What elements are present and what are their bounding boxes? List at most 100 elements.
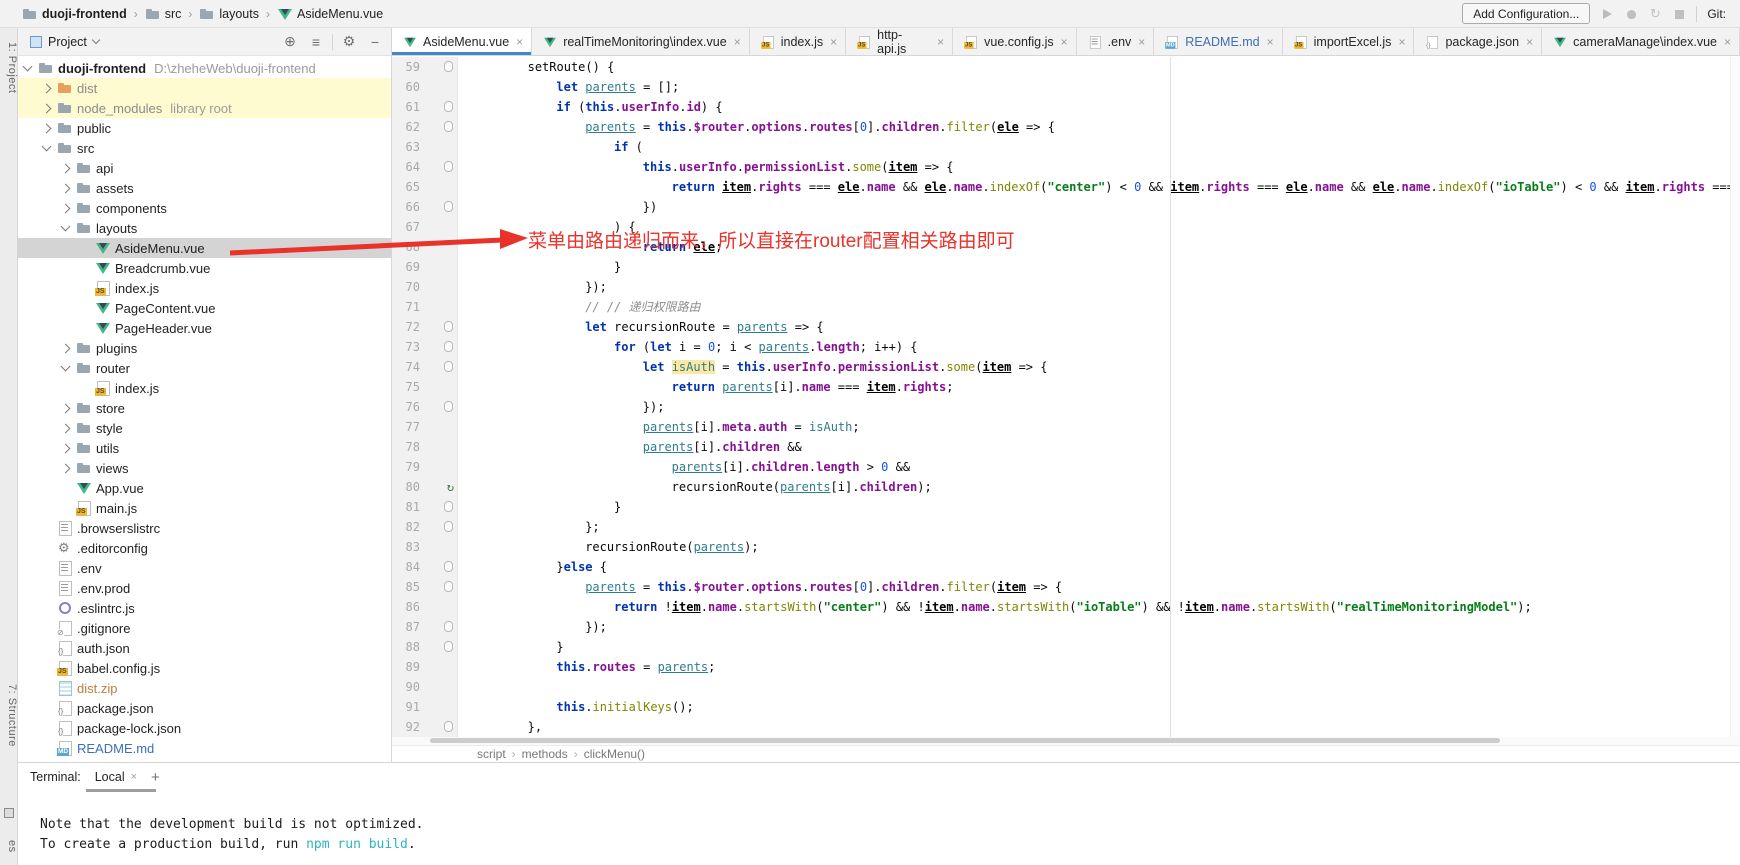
tree-item-package.json[interactable]: package.json — [18, 698, 391, 718]
code-line-71[interactable]: 71// // 递归权限路由 — [392, 297, 1740, 317]
tree-item-dist.zip[interactable]: dist.zip — [18, 678, 391, 698]
close-icon[interactable]: × — [516, 35, 523, 49]
stop-icon[interactable] — [1672, 7, 1686, 21]
chevron-down-icon[interactable] — [92, 36, 100, 44]
code-line-70[interactable]: 70}); — [392, 277, 1740, 297]
hide-panel-icon[interactable]: − — [365, 34, 385, 50]
fold-start-icon[interactable] — [444, 361, 453, 372]
editor-breadcrumb-methods[interactable]: methods — [522, 747, 568, 761]
fold-start-icon[interactable] — [444, 561, 453, 572]
code-line-66[interactable]: 66}) — [392, 197, 1740, 217]
fold-end-icon[interactable] — [444, 641, 453, 652]
code-line-62[interactable]: 62parents = this.$router.options.routes[… — [392, 117, 1740, 137]
editor-breadcrumb-script[interactable]: script — [477, 747, 506, 761]
locate-icon[interactable]: ⊕ — [280, 33, 300, 50]
chevron-closed-icon[interactable] — [61, 183, 71, 193]
tool-window-button-partial[interactable]: es — [0, 840, 18, 853]
tree-item-router[interactable]: router — [18, 358, 391, 378]
tree-item-node_modules[interactable]: node_moduleslibrary root — [18, 98, 391, 118]
tree-item-utils[interactable]: utils — [18, 438, 391, 458]
close-icon[interactable]: × — [1138, 35, 1145, 49]
tree-item-Breadcrumb.vue[interactable]: Breadcrumb.vue — [18, 258, 391, 278]
code-line-86[interactable]: 86return !item.name.startsWith("center")… — [392, 597, 1740, 617]
chevron-closed-icon[interactable] — [61, 403, 71, 413]
chevron-open-icon[interactable] — [61, 362, 71, 372]
recursive-call-icon[interactable]: ↻ — [447, 477, 454, 497]
fold-start-icon[interactable] — [444, 101, 453, 112]
code-line-82[interactable]: 82}; — [392, 517, 1740, 537]
tree-item-store[interactable]: store — [18, 398, 391, 418]
editor-vertical-scrollbar[interactable] — [1730, 57, 1740, 737]
close-icon[interactable]: × — [937, 35, 944, 49]
tree-item-public[interactable]: public — [18, 118, 391, 138]
fold-start-icon[interactable] — [444, 581, 453, 592]
fold-start-icon[interactable] — [444, 161, 453, 172]
close-icon[interactable]: × — [734, 35, 741, 49]
chevron-closed-icon[interactable] — [61, 203, 71, 213]
tree-item-PageHeader.vue[interactable]: PageHeader.vue — [18, 318, 391, 338]
add-configuration-button[interactable]: Add Configuration... — [1462, 3, 1590, 24]
debug-icon[interactable] — [1624, 7, 1638, 21]
close-icon[interactable]: × — [1061, 35, 1068, 49]
chevron-closed-icon[interactable] — [42, 123, 52, 133]
code-line-63[interactable]: 63if ( — [392, 137, 1740, 157]
chevron-closed-icon[interactable] — [61, 443, 71, 453]
code-line-64[interactable]: 64this.userInfo.permissionList.some(item… — [392, 157, 1740, 177]
editor-breadcrumb-clickMenu[interactable]: clickMenu() — [584, 747, 645, 761]
code-line-74[interactable]: 74let isAuth = this.userInfo.permissionL… — [392, 357, 1740, 377]
tree-item-api[interactable]: api — [18, 158, 391, 178]
tool-window-button-project[interactable]: 1: Project — [0, 42, 18, 93]
code-line-90[interactable]: 90 — [392, 677, 1740, 697]
close-icon[interactable]: × — [1267, 35, 1274, 49]
project-view-selector[interactable]: Project — [48, 35, 87, 49]
code-line-84[interactable]: 84}else { — [392, 557, 1740, 577]
code-line-87[interactable]: 87}); — [392, 617, 1740, 637]
chevron-closed-icon[interactable] — [61, 163, 71, 173]
tool-window-button-structure[interactable]: 7: Structure — [0, 684, 18, 747]
new-terminal-icon[interactable]: + — [151, 769, 160, 786]
editor-tab-http-api.js[interactable]: http-api.js× — [846, 28, 953, 55]
editor-tab-.env[interactable]: .env× — [1077, 28, 1155, 55]
tree-item-main.js[interactable]: main.js — [18, 498, 391, 518]
breadcrumb-item-duoji-frontend[interactable]: duoji-frontend — [22, 6, 127, 22]
fold-end-icon[interactable] — [444, 721, 453, 732]
scrollbar-thumb[interactable] — [430, 738, 1500, 743]
fold-end-icon[interactable] — [444, 521, 453, 532]
editor-tab-cameraManage-index.vue[interactable]: cameraManage\index.vue× — [1542, 28, 1740, 55]
tree-item-.gitignore[interactable]: .gitignore — [18, 618, 391, 638]
tree-item-PageContent.vue[interactable]: PageContent.vue — [18, 298, 391, 318]
chevron-closed-icon[interactable] — [42, 103, 52, 113]
breadcrumb-item-layouts[interactable]: layouts — [199, 6, 259, 22]
fold-start-icon[interactable] — [444, 341, 453, 352]
terminal-output[interactable]: Note that the development build is not o… — [18, 791, 1740, 855]
code-line-79[interactable]: 79parents[i].children.length > 0 && — [392, 457, 1740, 477]
editor-tab-realTimeMonitoring-index.vue[interactable]: realTimeMonitoring\index.vue× — [532, 28, 750, 55]
git-menu[interactable]: Git: — [1707, 7, 1726, 21]
chevron-closed-icon[interactable] — [61, 423, 71, 433]
collapse-all-icon[interactable]: ≡ — [306, 34, 326, 50]
code-line-92[interactable]: 92}, — [392, 717, 1740, 737]
code-line-91[interactable]: 91this.initialKeys(); — [392, 697, 1740, 717]
tree-item-src[interactable]: src — [18, 138, 391, 158]
code-line-83[interactable]: 83recursionRoute(parents); — [392, 537, 1740, 557]
tree-item-style[interactable]: style — [18, 418, 391, 438]
code-editor[interactable]: 59setRoute() {60let parents = [];61if (t… — [392, 57, 1740, 737]
code-line-67[interactable]: 67) { — [392, 217, 1740, 237]
tree-item-plugins[interactable]: plugins — [18, 338, 391, 358]
code-line-81[interactable]: 81} — [392, 497, 1740, 517]
run-icon[interactable] — [1600, 7, 1614, 21]
tree-item-.env[interactable]: .env — [18, 558, 391, 578]
tree-item-duoji-frontend[interactable]: duoji-frontendD:\zheheWeb\duoji-frontend — [18, 58, 391, 78]
close-icon[interactable]: × — [1724, 35, 1731, 49]
editor-tab-package.json[interactable]: package.json× — [1414, 28, 1542, 55]
tree-item-.env.prod[interactable]: .env.prod — [18, 578, 391, 598]
tree-item-components[interactable]: components — [18, 198, 391, 218]
close-icon[interactable]: × — [131, 771, 137, 783]
close-icon[interactable]: × — [1526, 35, 1533, 49]
code-line-72[interactable]: 72let recursionRoute = parents => { — [392, 317, 1740, 337]
chevron-open-icon[interactable] — [42, 142, 52, 152]
code-line-85[interactable]: 85parents = this.$router.options.routes[… — [392, 577, 1740, 597]
tree-item-App.vue[interactable]: App.vue — [18, 478, 391, 498]
tree-item-AsideMenu.vue[interactable]: AsideMenu.vue — [18, 238, 391, 258]
editor-horizontal-scrollbar[interactable] — [392, 737, 1740, 745]
